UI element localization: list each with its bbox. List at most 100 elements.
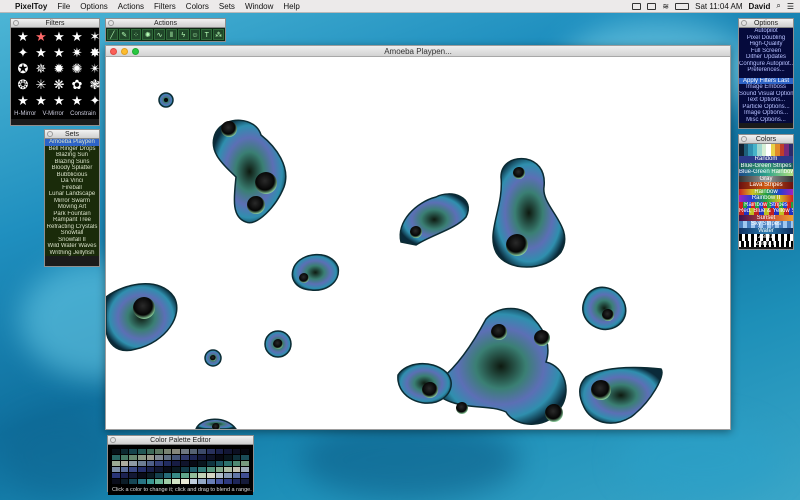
app-menu[interactable]: PixelToy	[10, 0, 52, 13]
palette-cell[interactable]	[112, 455, 120, 460]
close-icon[interactable]	[110, 437, 116, 443]
spotlight-icon[interactable]: ⌕	[776, 1, 780, 11]
palette-cell[interactable]	[232, 449, 241, 454]
palette-cell[interactable]	[112, 479, 120, 484]
palette-cell[interactable]	[241, 479, 249, 484]
current-palette-swatch[interactable]	[739, 144, 793, 156]
palette-cell[interactable]	[155, 467, 163, 472]
palette-cell[interactable]	[120, 467, 129, 472]
close-icon[interactable]	[741, 136, 747, 142]
bars-action-icon[interactable]: ⦀	[165, 29, 177, 40]
line-action-icon[interactable]: ╱	[107, 29, 118, 40]
palette-cell[interactable]	[120, 473, 129, 478]
filter-star-icon[interactable]: ★	[32, 93, 50, 109]
palette-cell[interactable]	[137, 455, 146, 460]
palette-cell[interactable]	[172, 455, 180, 460]
spray-action-icon[interactable]: ⁂	[213, 29, 224, 40]
palette-cell[interactable]	[129, 455, 137, 460]
palette-cell[interactable]	[189, 473, 198, 478]
palette-cell[interactable]	[215, 467, 224, 472]
palette-cell[interactable]	[224, 455, 232, 460]
option-misc-options[interactable]: Misc Options...	[739, 117, 793, 124]
palette-cell[interactable]	[232, 473, 241, 478]
palette-cell[interactable]	[172, 461, 180, 466]
palette-cell[interactable]	[241, 461, 249, 466]
filter-star-icon[interactable]: ✷	[68, 45, 86, 61]
palette-cell[interactable]	[137, 461, 146, 466]
menu-filters[interactable]: Filters	[149, 0, 181, 13]
filter-star-icon[interactable]: ✵	[32, 61, 50, 77]
palette-cell[interactable]	[155, 461, 163, 466]
palette-cell[interactable]	[198, 449, 206, 454]
palette-cell[interactable]	[112, 461, 120, 466]
palette-cell[interactable]	[129, 467, 137, 472]
palette-cell[interactable]	[146, 467, 155, 472]
menu-sets[interactable]: Sets	[214, 0, 240, 13]
clock[interactable]: Sat 11:04 AM	[695, 2, 742, 11]
filter-star-icon[interactable]: ✴	[86, 61, 104, 77]
palette-cell[interactable]	[198, 461, 206, 466]
palette-cell[interactable]	[163, 455, 172, 460]
color-item[interactable]: Zebra II	[739, 240, 793, 247]
palette-cell[interactable]	[241, 467, 249, 472]
palette-cell[interactable]	[181, 455, 189, 460]
palette-cell[interactable]	[224, 467, 232, 472]
sparkle-action-icon[interactable]: ✺	[142, 29, 154, 40]
palette-cell[interactable]	[137, 467, 146, 472]
palette-cell[interactable]	[172, 479, 180, 484]
v-mirror-button[interactable]: V-Mirror	[42, 111, 63, 117]
filter-star-icon[interactable]: ✸	[86, 45, 104, 61]
palette-cell[interactable]	[189, 461, 198, 466]
palette-cell[interactable]	[155, 479, 163, 484]
wave-action-icon[interactable]: ∿	[154, 29, 165, 40]
menu-file[interactable]: File	[52, 0, 75, 13]
palette-cell[interactable]	[155, 455, 163, 460]
palette-cell[interactable]	[137, 449, 146, 454]
filter-star-icon[interactable]: ★	[50, 29, 68, 45]
text-action-icon[interactable]: T	[201, 29, 213, 40]
palette-cell[interactable]	[189, 455, 198, 460]
close-icon[interactable]	[47, 131, 53, 137]
palette-cell[interactable]	[206, 449, 215, 454]
window-title-bar[interactable]: Amoeba Playpen...	[106, 46, 730, 57]
filter-star-icon[interactable]: ★	[32, 45, 50, 61]
filter-star-icon[interactable]: ★	[14, 29, 32, 45]
close-icon[interactable]	[110, 48, 117, 55]
palette-cell[interactable]	[241, 473, 249, 478]
palette-cell[interactable]	[215, 473, 224, 478]
palette-cell[interactable]	[189, 449, 198, 454]
filter-star-icon[interactable]: ❋	[50, 77, 68, 93]
palette-cell[interactable]	[189, 479, 198, 484]
palette-cell[interactable]	[206, 461, 215, 466]
set-item[interactable]: Rampant Tree	[45, 217, 99, 224]
palette-cell[interactable]	[198, 479, 206, 484]
palette-cell[interactable]	[137, 473, 146, 478]
palette-cell[interactable]	[155, 449, 163, 454]
palette-cell[interactable]	[112, 449, 120, 454]
menu-help[interactable]: Help	[278, 0, 304, 13]
set-item[interactable]: Bloody Splatter	[45, 165, 99, 172]
filter-star-icon[interactable]: ★	[32, 29, 50, 45]
palette-cell[interactable]	[241, 449, 249, 454]
display-icon[interactable]	[632, 2, 642, 10]
palette-cell[interactable]	[146, 479, 155, 484]
palette-cell[interactable]	[206, 467, 215, 472]
color-item[interactable]: Red, Blue & Yellow Stripes	[739, 208, 793, 215]
palette-cell[interactable]	[232, 467, 241, 472]
palette-grid[interactable]	[108, 445, 253, 486]
notification-center-icon[interactable]: ☰	[787, 2, 794, 11]
palette-cell[interactable]	[146, 461, 155, 466]
palette-cell[interactable]	[163, 461, 172, 466]
filter-star-icon[interactable]: ✹	[50, 61, 68, 77]
palette-cell[interactable]	[120, 479, 129, 484]
palette-cell[interactable]	[224, 473, 232, 478]
option-text-options[interactable]: Text Options...	[739, 97, 793, 104]
filter-star-icon[interactable]: ❂	[14, 77, 32, 93]
palette-cell[interactable]	[155, 473, 163, 478]
filter-star-icon[interactable]: ✺	[68, 61, 86, 77]
airplay-icon[interactable]	[647, 2, 657, 10]
set-item[interactable]: Wild Water Waves	[45, 243, 99, 250]
option-image-options[interactable]: Image Options...	[739, 110, 793, 117]
palette-cell[interactable]	[224, 479, 232, 484]
palette-cell[interactable]	[215, 461, 224, 466]
